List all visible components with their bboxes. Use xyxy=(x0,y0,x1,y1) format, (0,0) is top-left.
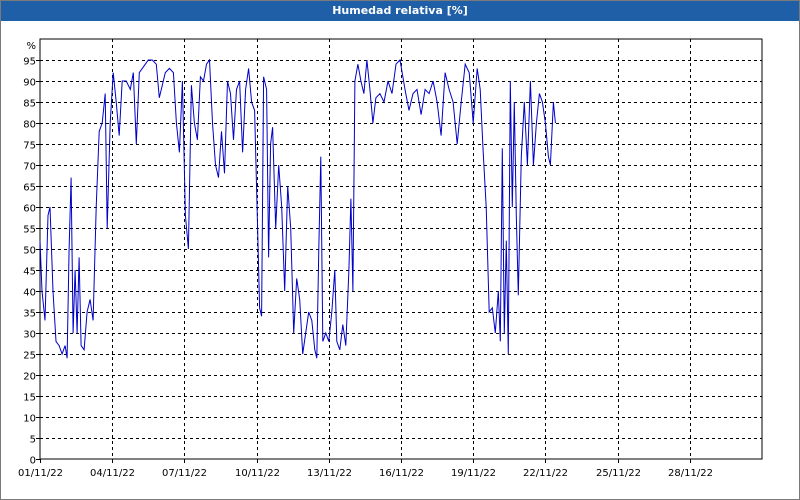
y-tick-label: 10 xyxy=(23,414,36,425)
x-tick-label: 25/11/22 xyxy=(596,468,641,479)
y-tick-label: 75 xyxy=(23,141,36,152)
x-tick-label: 22/11/22 xyxy=(523,468,568,479)
y-tick-label: 50 xyxy=(23,246,36,257)
y-tick-label: 20 xyxy=(23,372,36,383)
x-tick-label: 13/11/22 xyxy=(307,468,352,479)
y-tick-label: 80 xyxy=(23,120,36,131)
y-tick-label: 35 xyxy=(23,309,36,320)
x-tick-label: 04/11/22 xyxy=(90,468,135,479)
y-axis-ticks: 0 5 10 15 20 25 30 35 40 45 50 55 60 65 70 75 80 85 90 95 xyxy=(23,57,40,467)
y-tick-label: 95 xyxy=(23,57,36,68)
y-tick-label: 45 xyxy=(23,267,36,278)
y-tick-label: 70 xyxy=(23,162,36,173)
y-tick-label: 90 xyxy=(23,78,36,89)
x-tick-label: 19/11/22 xyxy=(451,468,496,479)
x-tick-label: 01/11/22 xyxy=(18,468,63,479)
y-tick-label: 15 xyxy=(23,393,36,404)
y-axis-unit-label: % xyxy=(26,41,36,52)
grid xyxy=(40,39,762,459)
y-tick-label: 30 xyxy=(23,330,36,341)
y-tick-label: 40 xyxy=(23,288,36,299)
x-tick-label: 07/11/22 xyxy=(162,468,207,479)
y-tick-label: 65 xyxy=(23,183,36,194)
x-tick-label: 10/11/22 xyxy=(235,468,280,479)
y-tick-label: 60 xyxy=(23,204,36,215)
humidity-chart: 0 5 10 15 20 25 30 35 40 45 50 55 60 65 70 75 80 85 90 95 0… xyxy=(18,38,763,479)
y-tick-label: 55 xyxy=(23,225,36,236)
y-tick-label: 25 xyxy=(23,351,36,362)
y-tick-label: 0 xyxy=(30,456,36,467)
x-axis-ticks: 01/11/22 04/11/22 07/11/22 10/11/22 13/11/22… xyxy=(18,459,713,479)
x-tick-label: 28/11/22 xyxy=(668,468,713,479)
x-tick-label: 16/11/22 xyxy=(379,468,424,479)
y-tick-label: 85 xyxy=(23,99,36,110)
humidity-series-line xyxy=(39,58,556,359)
y-tick-label: 5 xyxy=(30,435,36,446)
